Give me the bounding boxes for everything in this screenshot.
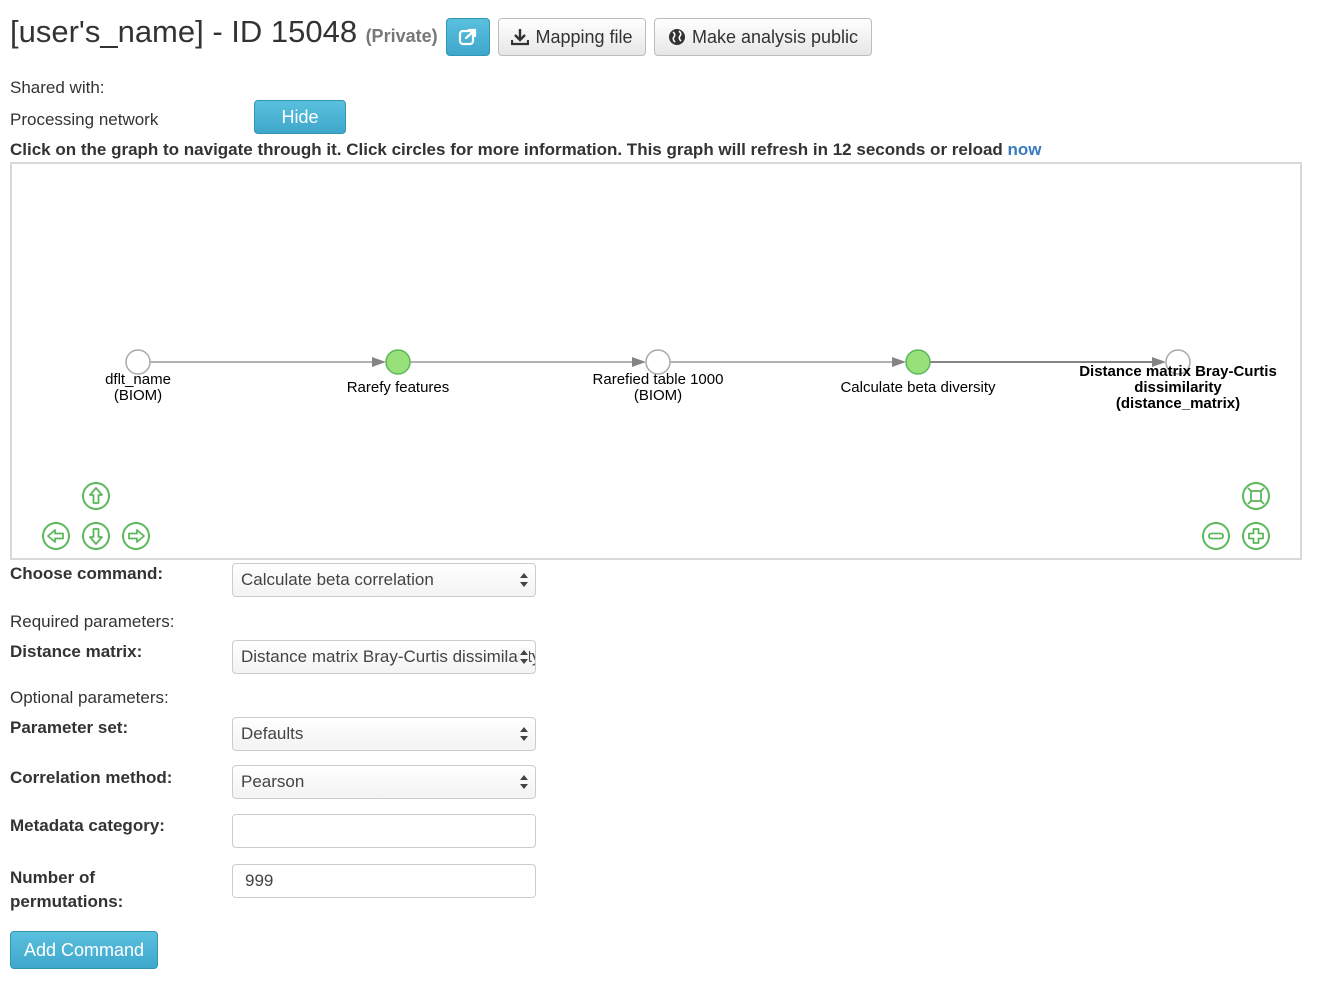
zoom-in-button[interactable]	[1242, 522, 1270, 550]
mapping-file-label: Mapping file	[535, 26, 633, 47]
node-label-line: dflt_name	[105, 371, 171, 388]
permutations-label-line2: permutations:	[10, 892, 124, 911]
edge-arrowhead	[372, 357, 386, 367]
job-node[interactable]	[385, 349, 411, 375]
page-title: [user's_name] - ID 15048	[10, 14, 358, 49]
minus-icon	[1202, 522, 1230, 550]
correlation-method-label: Correlation method:	[10, 768, 173, 787]
make-public-button[interactable]: Make analysis public	[654, 18, 872, 56]
hide-button-label: Hide	[281, 106, 319, 127]
pan-down-button[interactable]	[82, 522, 110, 550]
page-header: [user's_name] - ID 15048 (Private)	[10, 14, 438, 50]
select-arrows-icon	[520, 573, 528, 587]
distance-matrix-select[interactable]: Distance matrix Bray-Curtis dissimilarit…	[232, 640, 536, 674]
arrow-right-icon	[122, 522, 150, 550]
processing-network-graph[interactable]: dflt_name (BIOM) Rarefy features Rarefied t…	[10, 162, 1302, 560]
node-label-line: Rarefy features	[346, 379, 450, 396]
node-label: Calculate beta diversity	[840, 380, 995, 396]
share-external-icon	[458, 28, 477, 46]
permutations-input[interactable]: 999	[232, 864, 536, 898]
arrow-down-icon	[82, 522, 110, 550]
node-label-line: Calculate beta diversity	[840, 379, 996, 396]
globe-icon	[668, 29, 685, 45]
privacy-badge: (Private)	[365, 26, 438, 46]
parameter-set-value: Defaults	[241, 724, 304, 743]
plus-icon	[1242, 522, 1270, 550]
node-label-line: (distance_matrix)	[1115, 395, 1241, 412]
node-label-line: Rarefied table 1000	[592, 371, 724, 388]
zoom-out-button[interactable]	[1202, 522, 1230, 550]
edge-arrowhead	[892, 357, 906, 367]
edge-arrowhead	[632, 357, 646, 367]
select-arrows-icon	[520, 727, 528, 741]
parameter-set-select[interactable]: Defaults	[232, 717, 536, 751]
permutations-label: Number of permutations:	[10, 866, 123, 914]
fit-view-icon	[1242, 482, 1270, 510]
job-node[interactable]	[905, 349, 931, 375]
pan-right-button[interactable]	[122, 522, 150, 550]
permutations-label-line1: Number of	[10, 868, 95, 887]
metadata-category-label: Metadata category:	[10, 816, 165, 835]
make-public-label: Make analysis public	[691, 26, 859, 47]
node-label: dflt_name (BIOM)	[105, 372, 171, 404]
correlation-method-select[interactable]: Pearson	[232, 765, 536, 799]
network-canvas[interactable]	[12, 164, 1300, 558]
arrow-left-icon	[42, 522, 70, 550]
zoom-extent-button[interactable]	[1242, 482, 1270, 510]
pan-up-button[interactable]	[82, 482, 110, 510]
node-label-line: (BIOM)	[113, 387, 163, 404]
hide-network-button[interactable]: Hide	[254, 100, 346, 134]
distance-matrix-label: Distance matrix:	[10, 642, 143, 661]
choose-command-label: Choose command:	[10, 564, 164, 583]
mapping-file-button[interactable]: Mapping file	[498, 18, 646, 56]
command-select-value: Calculate beta correlation	[241, 570, 434, 589]
graph-instruction: Click on the graph to navigate through i…	[10, 140, 1042, 160]
pan-left-button[interactable]	[42, 522, 70, 550]
add-command-button[interactable]: Add Command	[10, 931, 158, 969]
arrow-up-icon	[82, 482, 110, 510]
command-select[interactable]: Calculate beta correlation	[232, 563, 536, 597]
node-label: Distance matrix Bray-Curtis dissimilarity…	[1079, 364, 1277, 412]
metadata-category-input[interactable]	[232, 814, 536, 848]
node-label-line: dissimilarity	[1134, 379, 1222, 396]
distance-matrix-value: Distance matrix Bray-Curtis dissimilarit…	[241, 647, 536, 666]
parameter-set-label: Parameter set:	[10, 718, 129, 737]
correlation-method-value: Pearson	[241, 772, 305, 791]
select-arrows-icon	[519, 648, 529, 666]
reload-now-link[interactable]: now	[1008, 140, 1042, 159]
select-arrows-icon	[520, 775, 528, 789]
graph-instruction-text: Click on the graph to navigate through i…	[10, 140, 1008, 159]
node-label: Rarefied table 1000 (BIOM)	[593, 372, 724, 404]
processing-network-label: Processing network	[10, 110, 159, 129]
add-command-label: Add Command	[23, 939, 145, 960]
shared-with-label: Shared with:	[10, 78, 105, 97]
optional-parameters-label: Optional parameters:	[10, 688, 169, 707]
node-label-line: Distance matrix Bray-Curtis	[1079, 363, 1277, 380]
node-label: Rarefy features	[347, 380, 450, 396]
required-parameters-label: Required parameters:	[10, 612, 175, 631]
node-label-line: (BIOM)	[633, 387, 683, 404]
share-button[interactable]	[446, 18, 490, 56]
download-icon	[511, 29, 530, 46]
